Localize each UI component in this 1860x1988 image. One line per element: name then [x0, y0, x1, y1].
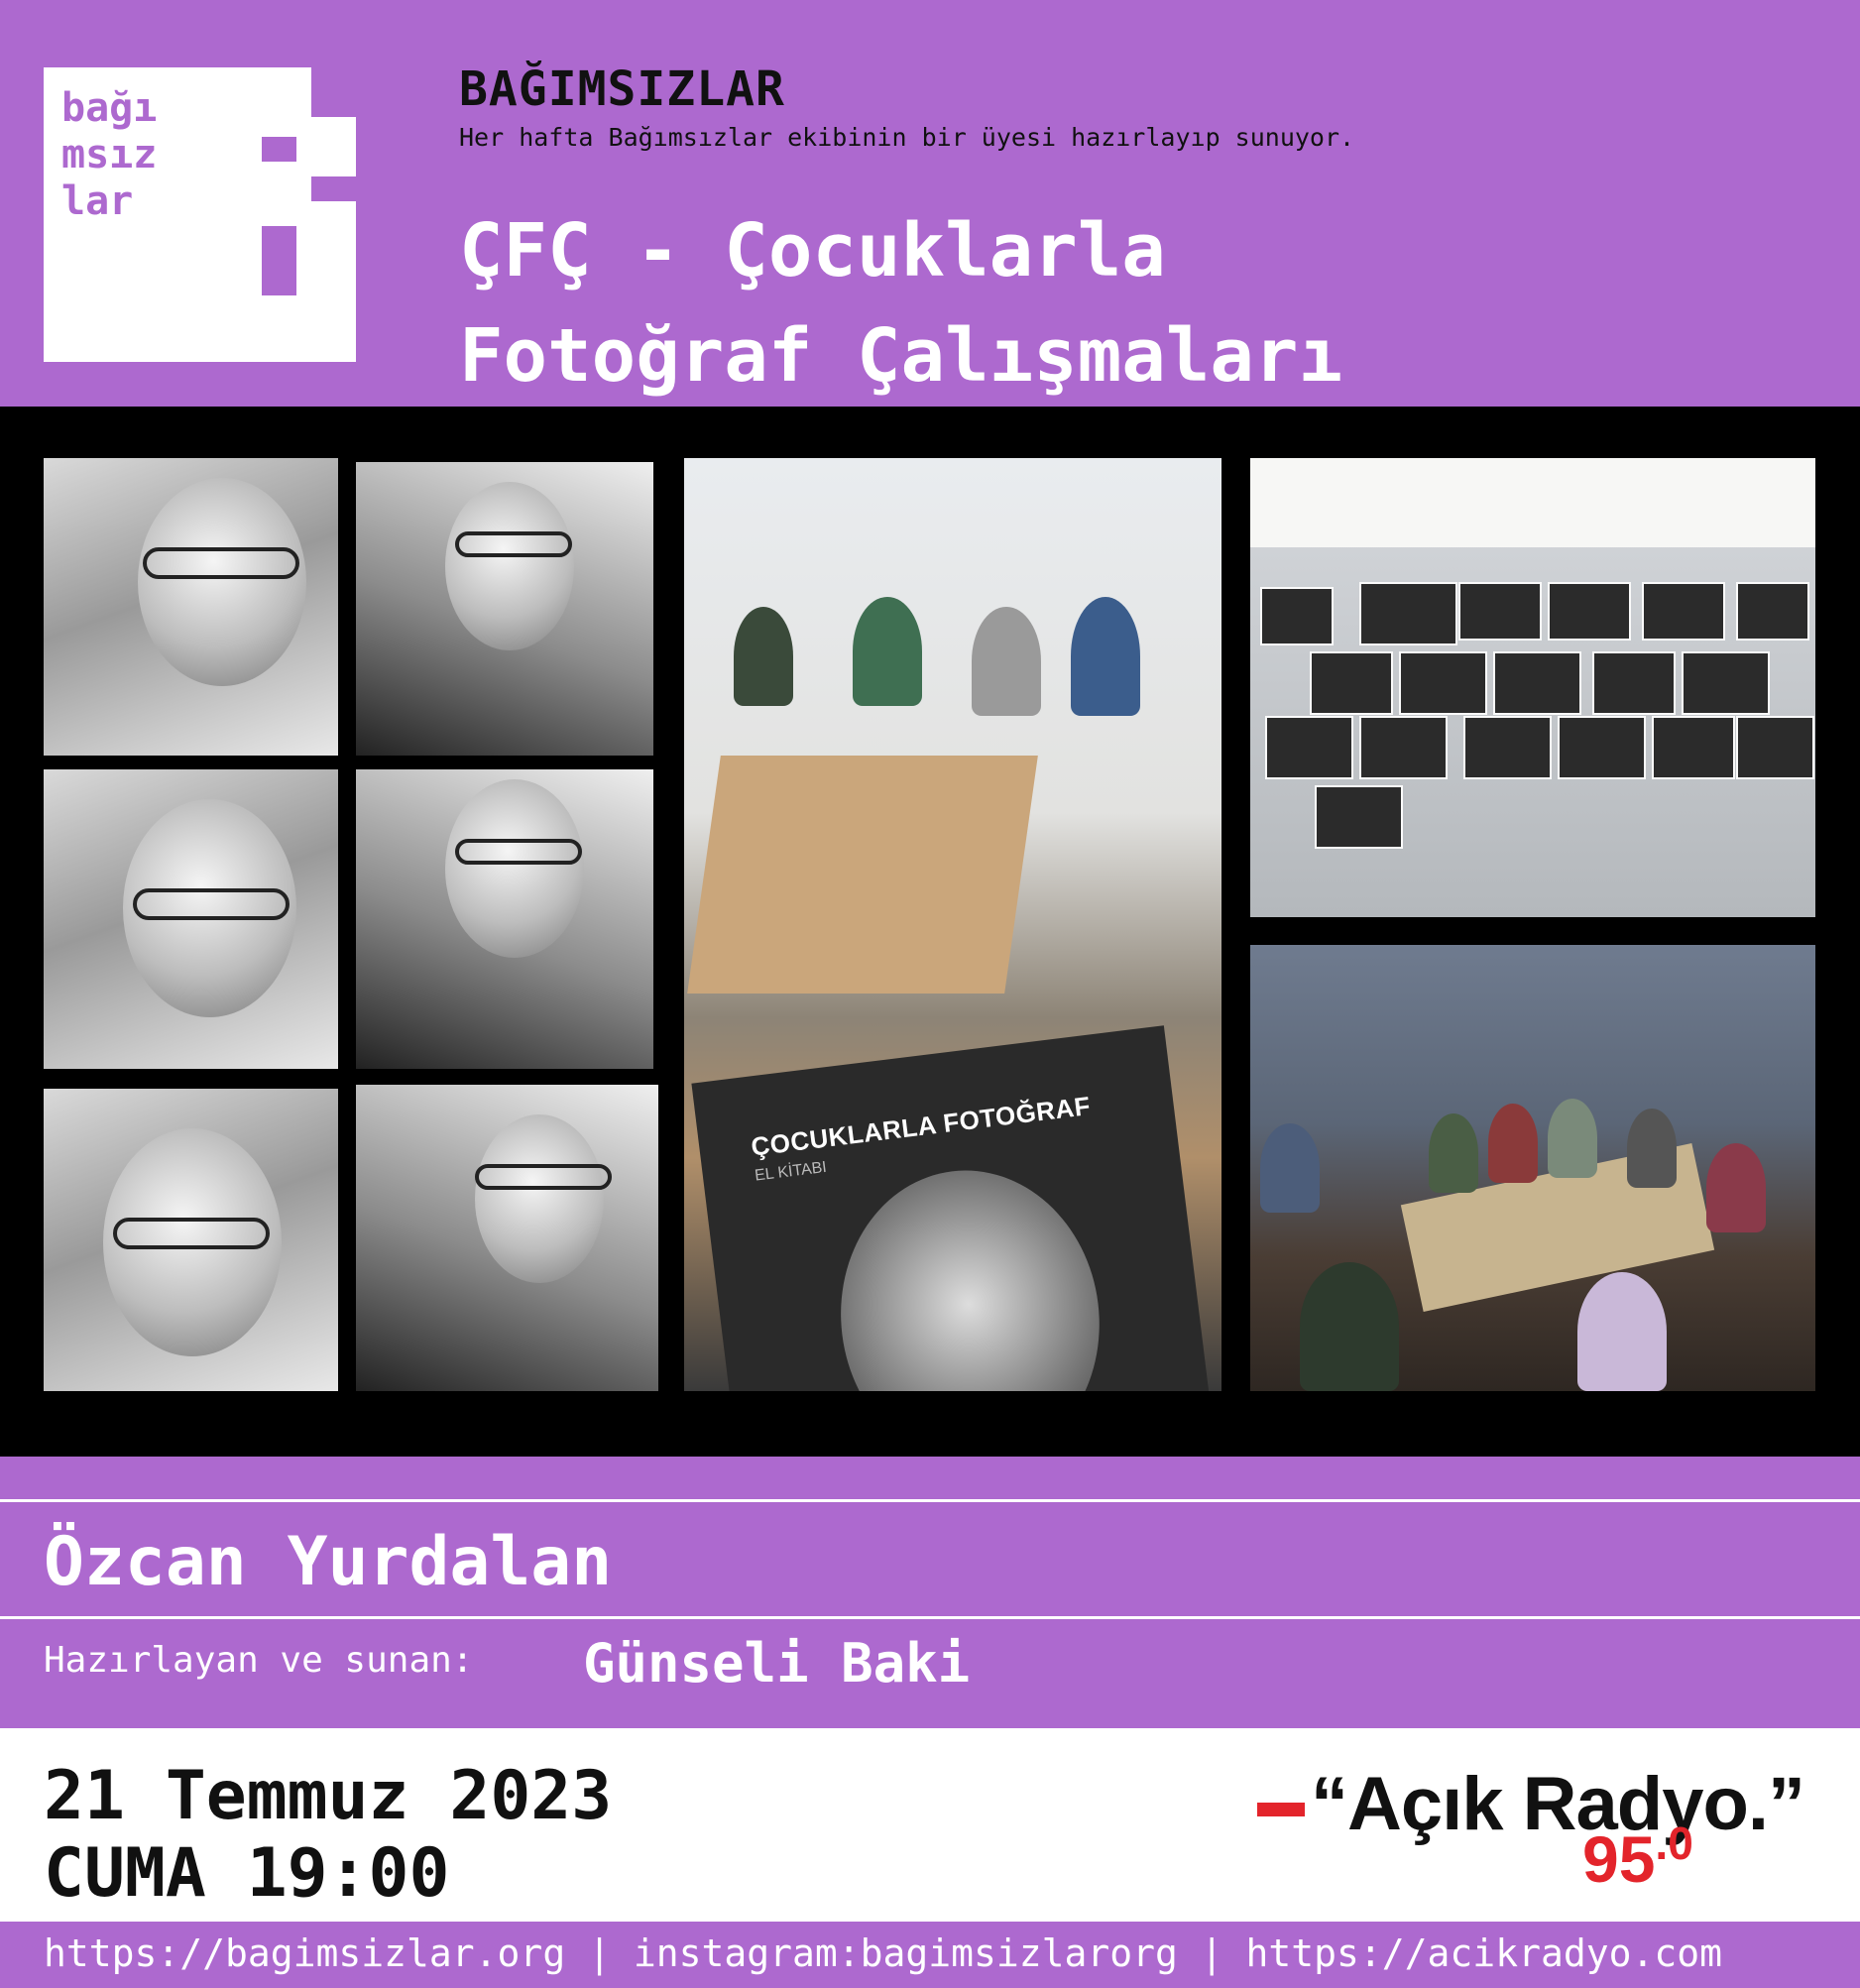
logo-text: bağı msız lar: [61, 85, 157, 225]
radio-frequency-decimal: .0: [1655, 1817, 1693, 1869]
logo-line-1: bağı: [61, 85, 158, 131]
presenter-label: Hazırlayan ve sunan:: [44, 1640, 474, 1681]
bagimsizlar-logo: bağı msız lar: [44, 67, 356, 362]
meeting-photo: [1250, 945, 1815, 1391]
divider: [0, 1499, 1860, 1502]
episode-title-line-1: ÇFÇ - Çocuklarla: [459, 208, 1166, 293]
video-tile-man-2: [44, 769, 338, 1069]
radio-frequency: 95.0: [1582, 1816, 1693, 1897]
episode-title: ÇFÇ - Çocuklarla Fotoğraf Çalışmaları: [459, 198, 1342, 409]
footer-links[interactable]: https://bagimsizlar.org | instagram:bagi…: [44, 1931, 1722, 1975]
program-tagline: Her hafta Bağımsızlar ekibinin bir üyesi…: [459, 123, 1355, 152]
logo-line-2: msız: [61, 132, 158, 177]
handbook-cover: ÇOCUKLARLA FOTOĞRAF EL KİTABI: [691, 1025, 1213, 1391]
presenter-name: Günseli Baki: [583, 1632, 971, 1695]
program-brand: BAĞIMSIZLAR: [459, 61, 785, 117]
video-tile-woman-1: [356, 462, 653, 756]
header-banner: bağı msız lar BAĞIMSIZLAR Her hafta Bağı…: [0, 0, 1860, 407]
photo-collage: ÇOCUKLARLA FOTOĞRAF EL KİTABI: [0, 407, 1860, 1457]
book-title: ÇOCUKLARLA FOTOĞRAF: [749, 1090, 1093, 1162]
broadcast-date: 21 Temmuz 2023: [44, 1757, 613, 1835]
footer-bar: https://bagimsizlar.org | instagram:bagi…: [0, 1922, 1860, 1988]
video-tile-man-1: [44, 458, 338, 756]
video-tile-woman-3: [356, 1085, 658, 1391]
divider: [0, 1616, 1860, 1619]
guest-name: Özcan Yurdalan: [44, 1523, 613, 1601]
logo-line-3: lar: [61, 178, 134, 224]
episode-title-line-2: Fotoğraf Çalışmaları: [459, 313, 1343, 399]
video-tile-man-3: [44, 1089, 338, 1391]
workshop-photo: ÇOCUKLARLA FOTOĞRAF EL KİTABI: [684, 458, 1221, 1391]
radio-logo-dash: [1257, 1803, 1305, 1816]
radio-frequency-main: 95: [1582, 1822, 1656, 1896]
radio-logo-name: “Açık Radyo.”: [1311, 1762, 1805, 1846]
broadcast-time: CUMA 19:00: [44, 1834, 450, 1913]
book-subtitle: EL KİTABI: [754, 1158, 828, 1185]
video-tile-woman-2: [356, 769, 653, 1069]
exhibition-photo: [1250, 458, 1815, 917]
